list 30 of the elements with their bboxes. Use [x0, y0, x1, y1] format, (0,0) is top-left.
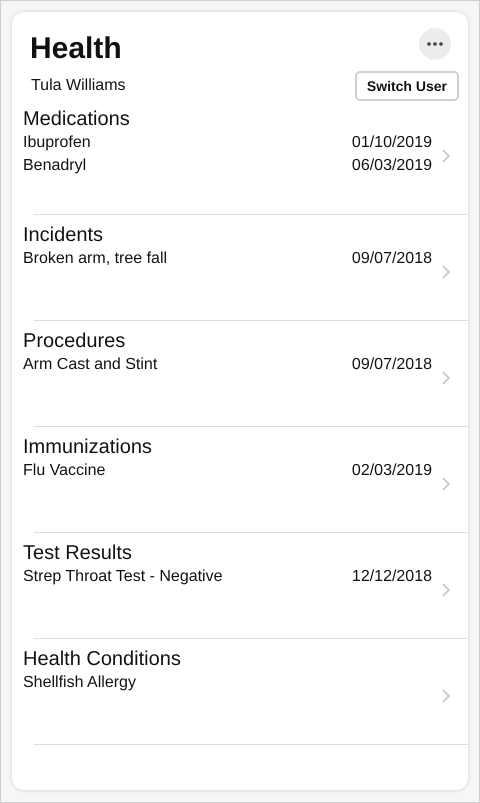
chevron-icon[interactable] [442, 477, 450, 491]
section-title[interactable]: Health Conditions [23, 647, 432, 671]
switch-user-button[interactable]: Switch User [354, 71, 459, 101]
chevron-icon[interactable] [442, 265, 450, 279]
record-name: Shellfish Allergy [23, 673, 136, 693]
record-name: Arm Cast and Stint [23, 355, 158, 375]
chevron-icon[interactable] [442, 689, 450, 703]
section-title[interactable]: Test Results [23, 541, 432, 565]
chevron-icon[interactable] [442, 149, 450, 163]
record-name: Flu Vaccine [23, 461, 106, 481]
user-name: Tula Williams [30, 77, 126, 95]
section-title[interactable]: Immunizations [23, 435, 432, 459]
section-title[interactable]: Procedures [23, 329, 432, 353]
more-icon [427, 42, 443, 46]
record-date: 09/07/2018 [352, 355, 432, 375]
record-name: Strep Throat Test - Negative [23, 567, 223, 587]
chevron-icon[interactable] [442, 583, 450, 597]
record-name: Broken arm, tree fall [23, 249, 168, 269]
record-date: 01/10/2019 [352, 133, 432, 153]
record-date: 06/03/2019 [352, 156, 432, 176]
record-date: 12/12/2018 [352, 567, 432, 587]
more-button[interactable] [419, 28, 451, 60]
section-title[interactable]: Medications [23, 107, 432, 131]
record-date: 02/03/2019 [352, 461, 432, 481]
section-title[interactable]: Incidents [23, 223, 432, 247]
record-name: Benadryl [23, 156, 86, 176]
page-title: Health [30, 31, 122, 67]
record-name: Ibuprofen [23, 133, 91, 153]
record-date: 09/07/2018 [352, 249, 432, 269]
chevron-icon[interactable] [442, 371, 450, 385]
